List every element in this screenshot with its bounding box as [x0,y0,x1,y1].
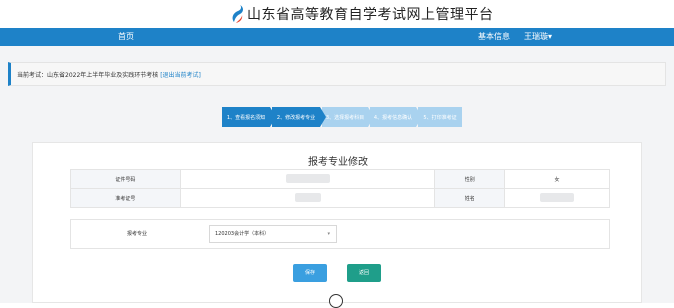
header: 山东省高等教育自学考试网上管理平台 [0,0,674,28]
redacted-value [294,192,321,202]
major-edit-panel: 报考专业修改 证件号码 性别 女 准考证号 姓名 报考专业 120203会计学（… [32,142,642,308]
loading-indicator [329,294,343,308]
back-button[interactable]: 返回 [347,264,381,282]
major-row: 报考专业 120203会计学（本科） ▾ [70,219,610,249]
table-row: 准考证号 姓名 [70,188,610,208]
step-3: 3、选择报考科目 [322,107,374,127]
user-menu[interactable]: 王瑞璇▾ [524,31,552,42]
current-exam-name: 山东省2022年上半年毕业及实践环节考核 [47,72,159,79]
id-number-label: 证件号码 [70,169,181,189]
gender-label: 性别 [434,169,506,189]
current-exam-text: 当前考试：山东省2022年上半年毕业及实践环节考核 [退出当前考试] [17,70,201,79]
exam-number-label: 准考证号 [70,188,181,208]
step-label: 5、打印准考证 [423,114,457,121]
major-selected-value: 120203会计学（本科） [215,231,270,237]
step-1: 1、查看报名须知 [222,107,276,127]
step-label: 3、选择报考科目 [325,114,365,121]
step-5: 5、打印准考证 [418,107,462,127]
name-label: 姓名 [434,188,506,208]
progress-steps: 1、查看报名须知 2、修改报考专业 3、选择报考科目 4、报考信息确认 5、打印… [222,107,462,127]
save-button[interactable]: 保存 [293,264,327,282]
logo-icon [230,4,244,24]
id-number-value [179,169,436,189]
exit-exam-link[interactable]: [退出当前考试] [160,72,201,79]
current-exam-bar: 当前考试：山东省2022年上半年毕业及实践环节考核 [退出当前考试] [8,62,666,86]
current-exam-prefix: 当前考试： [17,72,48,79]
major-select[interactable]: 120203会计学（本科） ▾ [209,225,337,243]
candidate-info-table: 证件号码 性别 女 准考证号 姓名 [70,169,610,208]
step-2: 2、修改报考专业 [272,107,326,127]
site-title: 山东省高等教育自学考试网上管理平台 [247,7,494,23]
top-nav: 首页 基本信息 王瑞璇▾ [0,28,674,46]
name-value [504,188,610,208]
panel-title: 报考专业修改 [308,157,368,168]
step-label: 1、查看报名须知 [226,114,266,121]
chevron-down-icon: ▾ [327,231,330,237]
gender-value: 女 [504,169,610,189]
nav-basic-info-link[interactable]: 基本信息 [478,31,510,42]
major-label: 报考专业 [126,231,147,237]
step-4: 4、报考信息确认 [370,107,422,127]
exam-number-value [179,188,436,208]
redacted-value [540,192,575,202]
step-label: 4、报考信息确认 [373,114,413,121]
redacted-value [285,173,330,183]
table-row: 证件号码 性别 女 [70,169,610,189]
site-logo: 山东省高等教育自学考试网上管理平台 [230,3,494,25]
step-label: 2、修改报考专业 [276,114,316,121]
nav-home-link[interactable]: 首页 [118,31,134,42]
